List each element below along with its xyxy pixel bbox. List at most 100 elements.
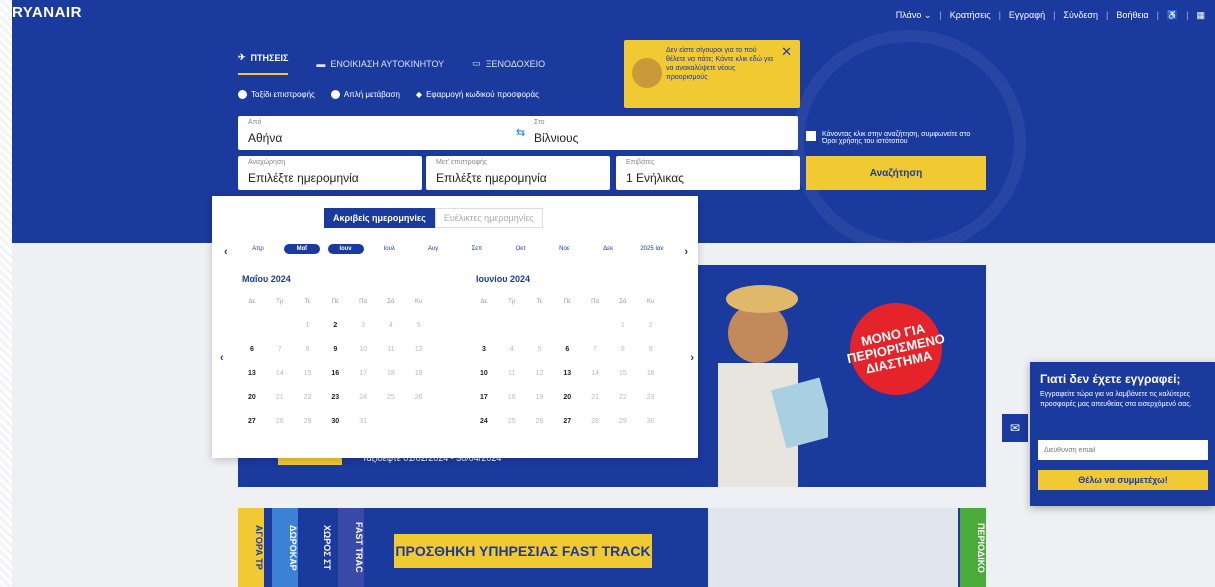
promo-text[interactable]: Δεν είστε σίγουροι για το πού θέλετε να …	[666, 46, 776, 82]
day-cell[interactable]: 6	[553, 338, 581, 362]
day-cell[interactable]: 17	[470, 386, 498, 410]
flexible-dates-toggle[interactable]: Ευέλικτες ημερομηνίες	[434, 208, 543, 228]
fast-track-banner[interactable]: ΑΓΟΡΑ ΤΡ ΔΩΡΟΚΑΡ ΧΩΡΟΣ ΣΤ FAST TRAC ΠΡΟΣ…	[238, 508, 986, 587]
day-cell[interactable]: 16	[637, 362, 665, 386]
nav-bookings[interactable]: Κρατήσεις	[950, 10, 991, 21]
month-chip[interactable]: Δεκ	[590, 244, 626, 254]
day-cell[interactable]: 20	[238, 386, 266, 410]
day-cell[interactable]: 2	[637, 314, 665, 338]
day-cell[interactable]: 22	[294, 386, 322, 410]
day-cell[interactable]: 11	[377, 338, 405, 362]
day-cell[interactable]: 18	[498, 386, 526, 410]
month-chip[interactable]: Ιουν	[327, 244, 364, 254]
months-next-icon[interactable]: ›	[684, 246, 688, 258]
language-flag-icon[interactable]: ▦	[1196, 10, 1205, 21]
day-cell[interactable]: 20	[553, 386, 581, 410]
passengers-field[interactable]: Επιβάτες 1 Ενήλικας	[616, 156, 800, 190]
day-cell[interactable]: 6	[238, 338, 266, 362]
month-chip[interactable]: Απρ	[240, 244, 276, 254]
day-cell[interactable]: 15	[609, 362, 637, 386]
day-cell[interactable]: 24	[349, 386, 377, 410]
day-cell[interactable]: 8	[294, 338, 322, 362]
day-cell[interactable]: 19	[526, 386, 554, 410]
nav-login[interactable]: Σύνδεση	[1063, 10, 1098, 21]
day-cell[interactable]: 13	[238, 362, 266, 386]
months-prev-icon[interactable]: ‹	[224, 246, 228, 258]
day-cell[interactable]: 29	[609, 410, 637, 434]
day-cell[interactable]: 3	[470, 338, 498, 362]
day-cell[interactable]: 23	[637, 386, 665, 410]
month-chip[interactable]: Αυγ	[415, 244, 451, 254]
month-chip[interactable]: Σεπ	[459, 244, 495, 254]
day-cell[interactable]: 21	[581, 386, 609, 410]
tab-hotels[interactable]: ▭ ΞΕΝΟΔΟΧΕΙΟ	[472, 52, 545, 75]
month-chip[interactable]: Ιουλ	[371, 244, 407, 254]
day-cell[interactable]: 14	[581, 362, 609, 386]
day-cell[interactable]: 24	[470, 410, 498, 434]
day-cell[interactable]: 12	[526, 362, 554, 386]
month-chip[interactable]: 2025 Ιαν	[634, 244, 670, 254]
day-cell[interactable]: 23	[321, 386, 349, 410]
day-cell[interactable]: 2	[321, 314, 349, 338]
day-cell[interactable]: 30	[321, 410, 349, 434]
day-cell[interactable]: 18	[377, 362, 405, 386]
terms-checkbox[interactable]	[806, 131, 816, 141]
day-cell[interactable]: 9	[637, 338, 665, 362]
day-cell[interactable]: 10	[349, 338, 377, 362]
calendar-prev-icon[interactable]: ‹	[220, 352, 224, 364]
day-cell[interactable]: 21	[266, 386, 294, 410]
accessibility-icon[interactable]: ♿	[1167, 10, 1178, 21]
month-chip[interactable]: Μαΐ	[283, 244, 320, 254]
day-cell[interactable]: 17	[349, 362, 377, 386]
day-cell[interactable]: 4	[377, 314, 405, 338]
nav-register[interactable]: Εγγραφή	[1009, 10, 1045, 21]
day-cell[interactable]: 25	[498, 410, 526, 434]
day-cell[interactable]: 1	[294, 314, 322, 338]
exact-dates-toggle[interactable]: Ακριβείς ημερομηνίες	[324, 208, 435, 228]
day-cell[interactable]: 31	[349, 410, 377, 434]
day-cell[interactable]: 5	[405, 314, 433, 338]
day-cell[interactable]: 13	[553, 362, 581, 386]
ryanair-logo[interactable]: RYANAIR	[12, 4, 82, 21]
day-cell[interactable]: 22	[609, 386, 637, 410]
day-cell[interactable]: 3	[349, 314, 377, 338]
day-cell[interactable]: 7	[581, 338, 609, 362]
day-cell[interactable]: 10	[470, 362, 498, 386]
nav-help[interactable]: Βοήθεια	[1116, 10, 1148, 21]
day-cell[interactable]: 27	[553, 410, 581, 434]
day-cell[interactable]: 26	[526, 410, 554, 434]
day-cell[interactable]: 14	[266, 362, 294, 386]
day-cell[interactable]: 8	[609, 338, 637, 362]
day-cell[interactable]: 29	[294, 410, 322, 434]
day-cell[interactable]: 27	[238, 410, 266, 434]
destination-field[interactable]: Στο Βίλνιους	[524, 116, 798, 150]
one-way-radio[interactable]: Απλή μετάβαση	[330, 90, 400, 99]
day-cell[interactable]: 19	[405, 362, 433, 386]
signup-button[interactable]: Θέλω να συμμετέχω!	[1038, 470, 1208, 490]
day-cell[interactable]: 15	[294, 362, 322, 386]
day-cell[interactable]: 28	[581, 410, 609, 434]
return-trip-radio[interactable]: Ταξίδι επιστροφής	[238, 90, 315, 99]
depart-date-field[interactable]: Αναχώρηση Επιλέξτε ημερομηνία	[238, 156, 422, 190]
day-cell[interactable]: 4	[498, 338, 526, 362]
tab-flights[interactable]: ✈ ΠΤΗΣΕΙΣ	[238, 52, 289, 75]
mail-icon[interactable]: ✉	[1002, 414, 1028, 442]
day-cell[interactable]: 26	[405, 386, 433, 410]
month-chip[interactable]: Οκτ	[503, 244, 539, 254]
close-icon[interactable]: ✕	[781, 44, 792, 60]
day-cell[interactable]: 11	[498, 362, 526, 386]
day-cell[interactable]: 9	[321, 338, 349, 362]
month-chip[interactable]: Νοε	[546, 244, 582, 254]
search-button[interactable]: Αναζήτηση	[806, 156, 986, 190]
nav-plan[interactable]: Πλάνο ⌄	[896, 10, 932, 21]
day-cell[interactable]: 28	[266, 410, 294, 434]
day-cell[interactable]: 30	[637, 410, 665, 434]
day-cell[interactable]: 16	[321, 362, 349, 386]
day-cell[interactable]: 1	[609, 314, 637, 338]
calendar-next-icon[interactable]: ›	[690, 352, 694, 364]
day-cell[interactable]: 7	[266, 338, 294, 362]
email-input[interactable]	[1038, 440, 1208, 460]
promo-code-link[interactable]: ◆ Εφαρμογή κωδικού προσφοράς	[416, 90, 539, 99]
tab-car-hire[interactable]: ▬ ΕΝΟΙΚΙΑΣΗ ΑΥΤΟΚΙΝΗΤΟΥ	[316, 52, 444, 75]
origin-field[interactable]: Από Αθήνα	[238, 116, 508, 150]
